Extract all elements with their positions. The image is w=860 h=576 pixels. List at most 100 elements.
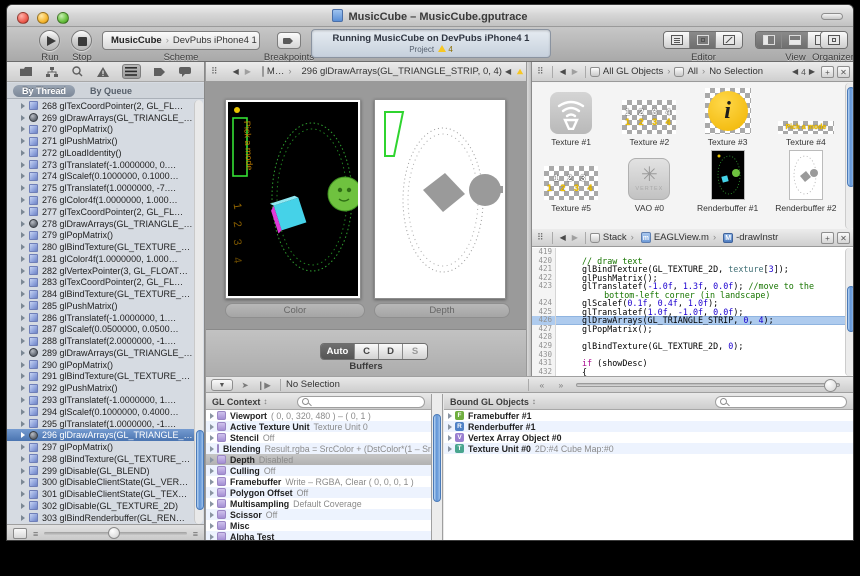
objects-scrollbar[interactable] bbox=[845, 83, 854, 229]
disclosure-triangle-icon[interactable] bbox=[21, 115, 25, 121]
prev-item-icon[interactable]: ◀ bbox=[792, 67, 798, 76]
gl-call-row[interactable]: 273 glTranslatef(-1.0000000, 0.… bbox=[7, 159, 194, 171]
gl-call-row[interactable]: 297 glPopMatrix() bbox=[7, 441, 194, 453]
code-area[interactable]: 419420// draw text421glBindTexture(GL_TE… bbox=[532, 248, 845, 376]
frame-scrubber-knob[interactable] bbox=[108, 527, 120, 539]
disclosure-triangle-icon[interactable] bbox=[448, 435, 452, 441]
disclosure-triangle-icon[interactable] bbox=[21, 373, 25, 379]
version-editor-button[interactable] bbox=[716, 32, 742, 48]
breakpoints-button[interactable] bbox=[277, 32, 301, 49]
gl-call-row[interactable]: 298 glBindTexture(GL_TEXTURE_… bbox=[7, 453, 194, 465]
gl-call-row[interactable]: 269 glDrawArrays(GL_TRIANGLE_… bbox=[7, 112, 194, 124]
gl-call-row[interactable]: 300 glDisableClientState(GL_VER… bbox=[7, 477, 194, 489]
disclosure-triangle-icon[interactable] bbox=[21, 362, 25, 368]
code-line[interactable]: 419 bbox=[532, 248, 845, 257]
highlighted-code-line[interactable]: 426glDrawArrays(GL_TRIANGLE_STRIP, 0, 4)… bbox=[532, 316, 845, 325]
close-editor-button[interactable]: ✕ bbox=[837, 232, 850, 244]
related-items-icon[interactable]: ⠿ bbox=[537, 232, 543, 243]
back-arrow-icon[interactable]: ◀ bbox=[560, 67, 566, 76]
gl-call-row[interactable]: 274 glScalef(0.1000000, 0.1000… bbox=[7, 171, 194, 183]
navigator-scrollbar-thumb[interactable] bbox=[196, 430, 204, 510]
jumpbar-doc-label[interactable]: M… bbox=[267, 66, 284, 77]
gl-context-row[interactable]: Misc bbox=[206, 520, 431, 531]
depth-buffer-label[interactable]: Depth bbox=[374, 303, 510, 318]
gl-context-header[interactable]: GL Context↕ bbox=[206, 394, 431, 410]
gl-call-row[interactable]: 272 glLoadIdentity() bbox=[7, 147, 194, 159]
disclosure-triangle-icon[interactable] bbox=[210, 457, 214, 463]
code-line[interactable]: 421glBindTexture(GL_TEXTURE_2D, texture[… bbox=[532, 265, 845, 274]
disclosure-triangle-icon[interactable] bbox=[210, 479, 214, 485]
gl-context-scrollbar[interactable] bbox=[432, 394, 443, 541]
buffers-auto-button[interactable]: Auto bbox=[321, 344, 355, 359]
jumpbar-file[interactable]: EAGLView.m bbox=[654, 232, 709, 243]
code-line[interactable]: 429glBindTexture(GL_TEXTURE_2D, 0); bbox=[532, 342, 845, 351]
issue-navigator-icon[interactable] bbox=[96, 65, 111, 78]
gl-object-item[interactable]: 1 2 3 41 2 3 4Texture #2 bbox=[610, 83, 688, 149]
gl-call-row[interactable]: 299 glDisable(GL_BLEND) bbox=[7, 465, 194, 477]
gl-call-row[interactable]: 292 glPushMatrix() bbox=[7, 382, 194, 394]
disclosure-triangle-icon[interactable] bbox=[21, 103, 25, 109]
gl-call-row[interactable]: 302 glDisable(GL_TEXTURE_2D) bbox=[7, 500, 194, 512]
gl-context-row[interactable]: BlendingResult.rgba = SrcColor + (DstCol… bbox=[206, 443, 431, 454]
code-line[interactable]: 432{ bbox=[532, 368, 845, 376]
disclosure-triangle-icon[interactable] bbox=[448, 446, 452, 452]
disclosure-triangle-icon[interactable] bbox=[210, 435, 214, 441]
disclosure-triangle-icon[interactable] bbox=[210, 413, 214, 419]
disclosure-triangle-icon[interactable] bbox=[21, 197, 25, 203]
objects-scrollbar-thumb[interactable] bbox=[847, 87, 855, 187]
disclosure-triangle-icon[interactable] bbox=[21, 173, 25, 179]
show-debug-area-button[interactable] bbox=[782, 32, 808, 48]
gl-object-item[interactable]: Renderbuffer #1 bbox=[689, 149, 767, 215]
toolbar-toggle-pill[interactable] bbox=[821, 13, 843, 20]
next-item-icon[interactable]: ▶ bbox=[809, 67, 815, 76]
related-items-icon[interactable]: ⠿ bbox=[537, 66, 543, 77]
gl-context-row[interactable]: ScissorOff bbox=[206, 509, 431, 520]
disclosure-triangle-icon[interactable] bbox=[21, 162, 25, 168]
gl-call-row[interactable]: 282 glVertexPointer(3, GL_FLOAT… bbox=[7, 265, 194, 277]
rewind-icon[interactable]: « bbox=[534, 379, 550, 391]
disclosure-triangle-icon[interactable] bbox=[210, 523, 214, 529]
buffers-segment[interactable]: Auto C D S bbox=[320, 343, 428, 360]
disclosure-triangle-icon[interactable] bbox=[21, 268, 25, 274]
gl-call-row[interactable]: 276 glColor4f(1.0000000, 1.000… bbox=[7, 194, 194, 206]
disclosure-triangle-icon[interactable] bbox=[21, 491, 25, 497]
frame-capture-icon[interactable] bbox=[13, 528, 27, 539]
disclosure-triangle-icon[interactable] bbox=[21, 432, 25, 438]
buffers-depth-button[interactable]: D bbox=[379, 344, 403, 359]
gl-call-row[interactable]: 271 glPushMatrix() bbox=[7, 135, 194, 147]
gl-context-row[interactable]: DepthDisabled bbox=[206, 454, 431, 465]
current-location-icon[interactable]: ➤ bbox=[237, 379, 253, 391]
disclosure-triangle-icon[interactable] bbox=[210, 501, 214, 507]
gl-call-row[interactable]: 275 glTranslatef(1.0000000, -7.… bbox=[7, 182, 194, 194]
disclosure-triangle-icon[interactable] bbox=[21, 256, 25, 262]
gl-object-item[interactable]: iTexture #3 bbox=[689, 83, 767, 149]
gl-context-row[interactable]: CullingOff bbox=[206, 465, 431, 476]
disclosure-triangle-icon[interactable] bbox=[210, 512, 214, 518]
gl-call-row[interactable]: 283 glTexCoordPointer(2, GL_FL… bbox=[7, 276, 194, 288]
disclosure-triangle-icon[interactable] bbox=[21, 209, 25, 215]
scheme-selector[interactable]: MusicCube›DevPubs iPhone4 1 bbox=[102, 31, 260, 50]
gl-context-row[interactable]: Polygon OffsetOff bbox=[206, 487, 431, 498]
gl-call-row[interactable]: 280 glBindTexture(GL_TEXTURE_… bbox=[7, 241, 194, 253]
bound-objects-header[interactable]: Bound GL Objects↕ bbox=[444, 394, 853, 410]
gl-context-row[interactable]: Active Texture UnitTexture Unit 0 bbox=[206, 421, 431, 432]
gl-context-row[interactable]: FramebufferWrite – RGBA, Clear ( 0, 0, 0… bbox=[206, 476, 431, 487]
disclosure-triangle-icon[interactable] bbox=[21, 397, 25, 403]
disclosure-triangle-icon[interactable] bbox=[21, 126, 25, 132]
gl-object-item[interactable]: Pick a modeTexture #4 bbox=[767, 83, 845, 149]
code-line[interactable]: 427glPopMatrix(); bbox=[532, 325, 845, 334]
color-buffer-label[interactable]: Color bbox=[225, 303, 365, 318]
gl-object-item[interactable]: ✳VERTEXVAO #0 bbox=[610, 149, 688, 215]
organizer-button[interactable] bbox=[821, 32, 847, 48]
show-navigator-button[interactable] bbox=[756, 32, 782, 48]
disclosure-triangle-icon[interactable] bbox=[21, 315, 25, 321]
gl-context-search[interactable] bbox=[297, 396, 425, 408]
gl-call-row[interactable]: 290 glPopMatrix() bbox=[7, 359, 194, 371]
code-line[interactable]: 430 bbox=[532, 351, 845, 360]
disclosure-triangle-icon[interactable] bbox=[21, 150, 25, 156]
disclosure-triangle-icon[interactable] bbox=[448, 413, 452, 419]
disclosure-triangle-icon[interactable] bbox=[21, 468, 25, 474]
disclosure-triangle-icon[interactable] bbox=[21, 303, 25, 309]
bound-objects-search[interactable] bbox=[715, 396, 847, 408]
gl-call-row[interactable]: 294 glScalef(0.1000000, 0.4000… bbox=[7, 406, 194, 418]
